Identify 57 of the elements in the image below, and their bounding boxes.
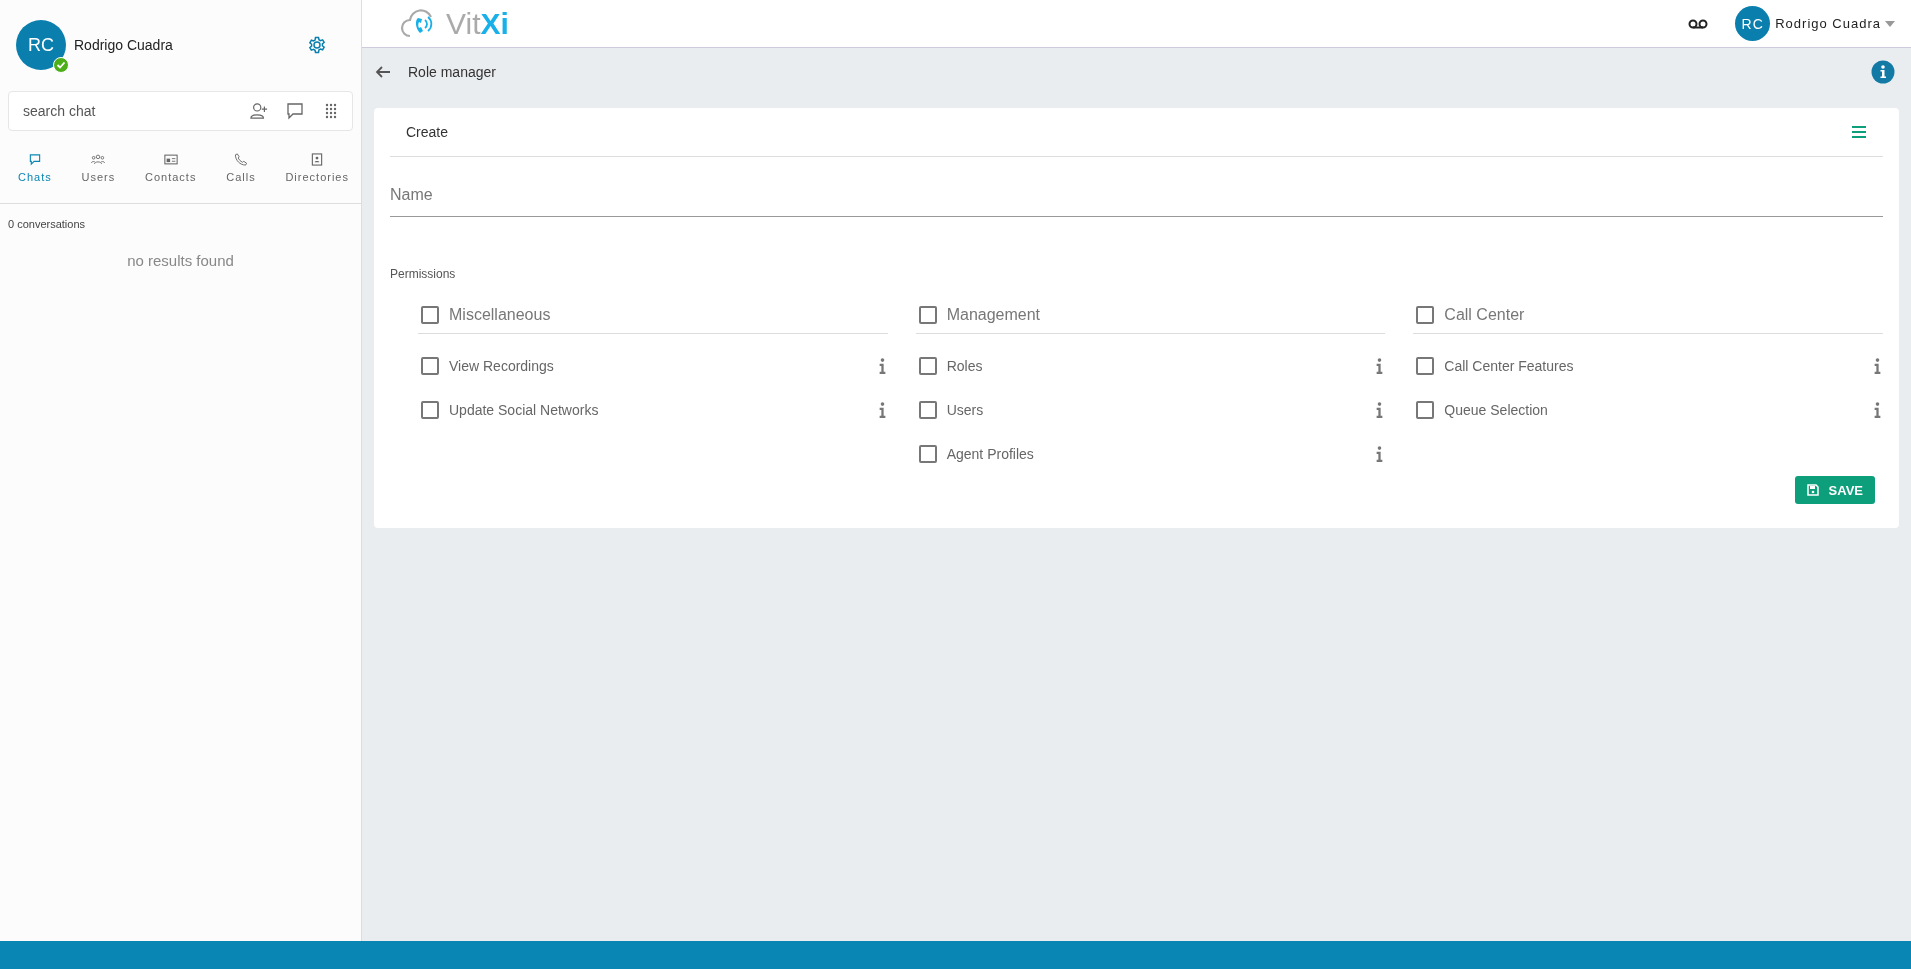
sidebar-tab[interactable]: Contacts bbox=[141, 153, 201, 193]
info-icon[interactable] bbox=[1871, 60, 1895, 84]
caret-icon[interactable] bbox=[1885, 20, 1895, 27]
sidebar-tab[interactable]: Calls bbox=[222, 153, 260, 193]
info-icon[interactable] bbox=[1376, 402, 1384, 418]
settings-icon[interactable] bbox=[308, 36, 326, 54]
checkbox[interactable] bbox=[421, 357, 439, 375]
empty-message: no results found bbox=[126, 251, 235, 269]
user-name[interactable]: Rodrigo Cuadra bbox=[1775, 16, 1881, 31]
info-icon[interactable] bbox=[1874, 402, 1881, 418]
permission-group-label: Miscellaneous bbox=[449, 306, 551, 324]
user-name: Rodrigo Cuadra bbox=[74, 37, 174, 53]
address-book-icon bbox=[310, 153, 325, 166]
permission-label: Agent Profiles bbox=[946, 446, 1035, 462]
info-icon[interactable] bbox=[878, 402, 886, 418]
search-bar[interactable]: search chat bbox=[8, 91, 353, 131]
group-icon bbox=[91, 153, 106, 166]
logo-text: VitXi bbox=[446, 6, 509, 41]
permission-label: Call Center Features bbox=[1444, 358, 1575, 374]
save-button[interactable]: SAVE bbox=[1794, 476, 1875, 504]
info-icon[interactable] bbox=[1874, 358, 1881, 374]
permission-label: Users bbox=[946, 402, 985, 418]
checkbox[interactable] bbox=[421, 401, 439, 419]
checkbox[interactable] bbox=[1416, 401, 1435, 419]
search-field[interactable]: search chat bbox=[21, 102, 232, 120]
phone-icon bbox=[233, 153, 248, 166]
checkbox[interactable] bbox=[918, 357, 937, 375]
sidebar-tab[interactable]: Directories bbox=[281, 153, 353, 193]
checkbox[interactable] bbox=[918, 445, 937, 463]
conversation-count: 0 conversations bbox=[7, 217, 87, 230]
sidebar-tab[interactable]: Chats bbox=[14, 153, 56, 193]
user-avatar: RC bbox=[16, 20, 66, 70]
info-icon[interactable] bbox=[878, 358, 886, 374]
create-tab[interactable]: Create bbox=[406, 124, 1851, 140]
permission-group-label: Call Center bbox=[1444, 306, 1525, 324]
user-avatar[interactable]: RC bbox=[1735, 6, 1771, 41]
sidebar-tab[interactable]: Users bbox=[77, 153, 120, 193]
permission-label: View Recordings bbox=[449, 358, 555, 374]
checkbox[interactable] bbox=[918, 401, 937, 419]
checkbox[interactable] bbox=[421, 306, 439, 324]
add-user-icon[interactable] bbox=[250, 102, 268, 120]
contact-card-icon bbox=[163, 153, 178, 166]
checkbox[interactable] bbox=[918, 306, 937, 324]
permission-label: Roles bbox=[946, 358, 984, 374]
permission-label: Update Social Networks bbox=[449, 402, 600, 418]
info-icon[interactable] bbox=[1376, 358, 1384, 374]
menu-icon[interactable] bbox=[1851, 125, 1867, 139]
chat-bubble-icon[interactable] bbox=[286, 102, 304, 120]
checkbox[interactable] bbox=[1416, 357, 1435, 375]
chat-bubble-icon bbox=[27, 153, 42, 166]
page-title: Role manager bbox=[408, 64, 497, 80]
info-icon[interactable] bbox=[1376, 446, 1384, 462]
permission-group-label: Management bbox=[946, 306, 1041, 324]
checkbox[interactable] bbox=[1416, 306, 1435, 324]
voicemail-icon[interactable] bbox=[1688, 18, 1709, 29]
permission-label: Queue Selection bbox=[1444, 402, 1549, 418]
permissions-label: Permissions bbox=[390, 267, 457, 281]
